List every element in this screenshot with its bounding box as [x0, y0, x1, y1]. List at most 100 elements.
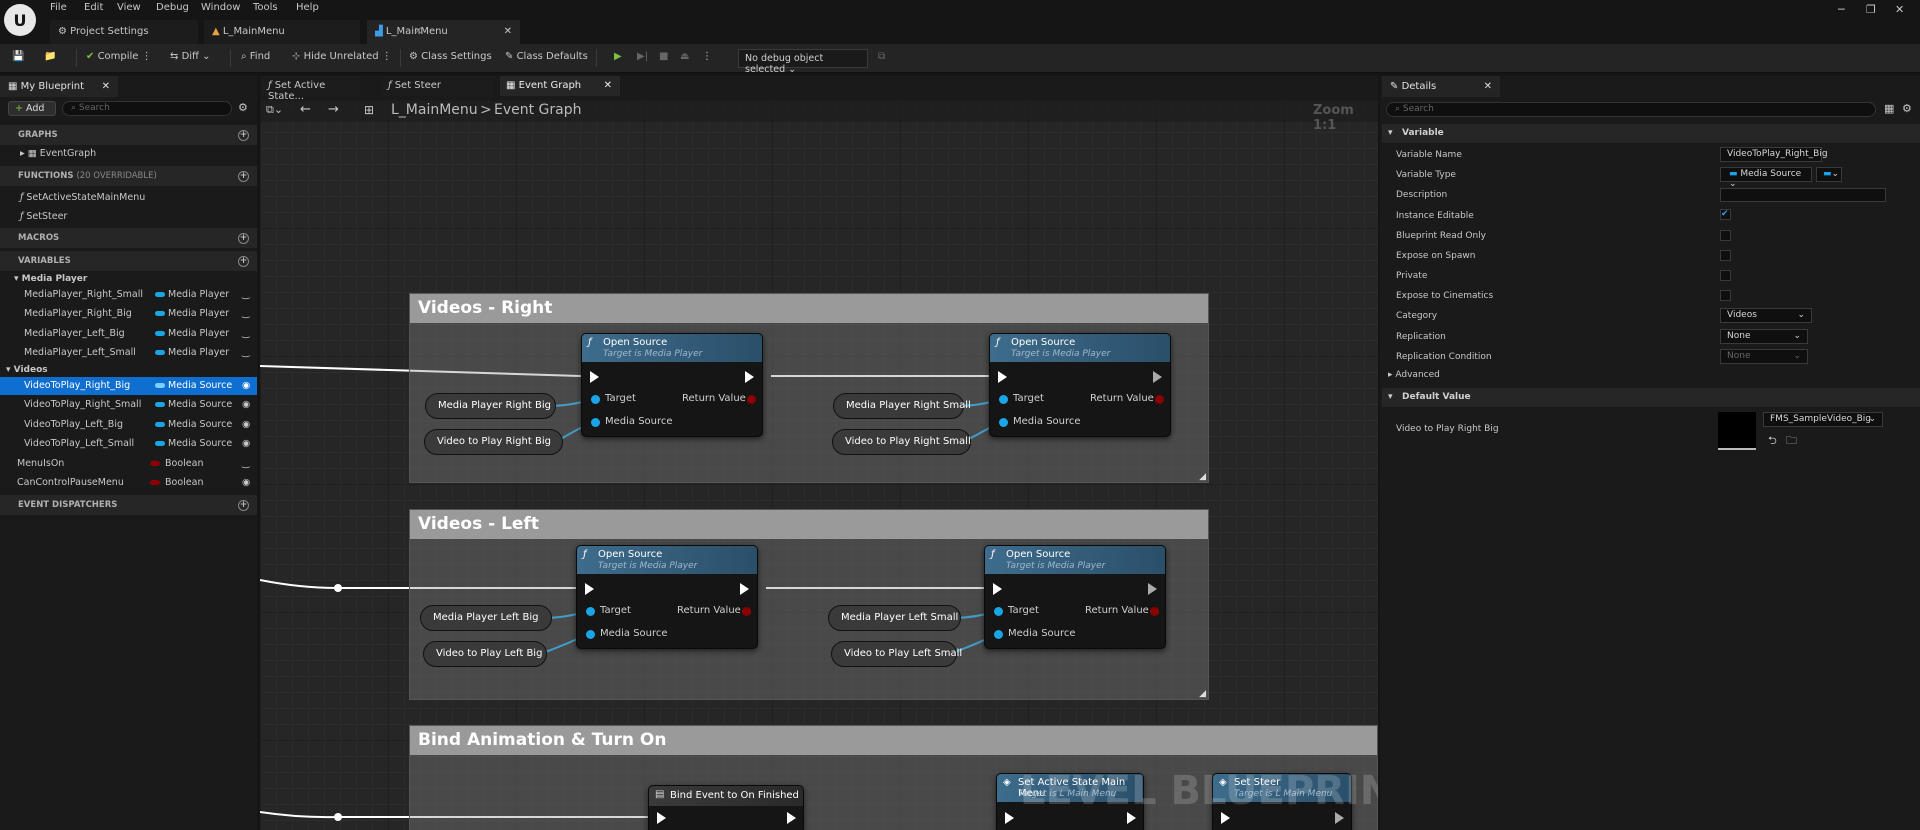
- exec-out-pin[interactable]: [787, 812, 796, 824]
- menu-file[interactable]: File: [50, 2, 67, 13]
- add-macro-icon[interactable]: +: [238, 233, 249, 244]
- media-source-pin[interactable]: [999, 418, 1008, 427]
- resize-handle-icon[interactable]: ◢: [1199, 472, 1206, 482]
- open-source-node[interactable]: ƒ Open Source Target is Media Player Tar…: [989, 333, 1171, 437]
- close-tab-icon[interactable]: ✕: [604, 80, 612, 91]
- comment-title[interactable]: Bind Animation & Turn On: [410, 726, 1377, 755]
- variable-getter-node[interactable]: Video to Play Left Small: [831, 641, 962, 667]
- menu-view[interactable]: View: [117, 2, 141, 13]
- target-pin[interactable]: [586, 607, 595, 616]
- variable-name-field[interactable]: VideoToPlay_Right_Big: [1720, 147, 1828, 162]
- section-default-value[interactable]: ▾ Default Value: [1382, 388, 1920, 407]
- close-tab-icon[interactable]: ✕: [1484, 81, 1492, 92]
- tab-set-active-state[interactable]: ƒ Set Active State...: [262, 76, 360, 102]
- function-item[interactable]: ƒ SetActiveStateMainMenu: [0, 189, 257, 207]
- exec-in-pin[interactable]: [993, 583, 1002, 595]
- variable-type-select[interactable]: ▬ Media Source ⌄: [1720, 167, 1812, 189]
- asset-thumbnail[interactable]: [1718, 412, 1756, 450]
- menu-tools[interactable]: Tools: [253, 2, 278, 13]
- add-dispatcher-icon[interactable]: +: [238, 500, 249, 511]
- variable-row[interactable]: VideoToPlay_Left_Big Media Source ◉: [0, 416, 257, 434]
- variable-getter-node[interactable]: Media Player Left Small: [828, 605, 961, 631]
- details-search-input[interactable]: ⌕ Search: [1386, 102, 1876, 117]
- play-options-icon[interactable]: ⋮: [702, 51, 712, 62]
- use-selected-icon[interactable]: ⮌: [1768, 432, 1777, 451]
- eye-icon[interactable]: ◉: [242, 435, 250, 453]
- section-macros[interactable]: MACROS +: [0, 228, 257, 248]
- menu-edit[interactable]: Edit: [84, 2, 103, 13]
- return-value-pin[interactable]: [742, 607, 751, 616]
- add-function-icon[interactable]: +: [238, 171, 249, 182]
- variable-row-selected[interactable]: VideoToPlay_Right_Big Media Source ◉: [0, 377, 257, 395]
- maximize-icon[interactable]: ❐: [1866, 3, 1876, 16]
- open-source-node[interactable]: ƒ Open Source Target is Media Player Tar…: [581, 333, 763, 437]
- media-source-pin[interactable]: [994, 630, 1003, 639]
- close-tab-icon[interactable]: ✕: [504, 26, 512, 37]
- debug-object-select[interactable]: No debug object selected ⌄: [738, 49, 868, 75]
- expose-on-spawn-checkbox[interactable]: [1720, 250, 1731, 261]
- section-advanced[interactable]: ▸ Advanced: [1382, 370, 1440, 380]
- resize-handle-icon[interactable]: ◢: [1199, 689, 1206, 699]
- blueprint-search-input[interactable]: ⌕ Search: [62, 101, 232, 116]
- return-value-pin[interactable]: [747, 395, 756, 404]
- close-window-icon[interactable]: ✕: [1895, 3, 1904, 16]
- variable-getter-node[interactable]: Media Player Right Big: [425, 393, 556, 419]
- eye-icon[interactable]: ◉: [242, 396, 250, 414]
- variable-getter-node[interactable]: Video to Play Right Small: [832, 429, 971, 455]
- variable-getter-node[interactable]: Video to Play Right Big: [424, 429, 563, 455]
- add-variable-icon[interactable]: +: [238, 256, 249, 267]
- eye-icon[interactable]: ◉: [242, 377, 250, 395]
- class-settings-button[interactable]: ⚙ Class Settings: [409, 51, 492, 62]
- tab-my-blueprint[interactable]: ▦ My Blueprint ✕: [0, 76, 118, 97]
- asset-picker-select[interactable]: FMS_SampleVideo_Big ⌄: [1763, 412, 1883, 427]
- open-source-node[interactable]: ƒ Open Source Target is Media Player Tar…: [576, 545, 758, 649]
- section-functions[interactable]: FUNCTIONS (20 OVERRIDABLE) +: [0, 166, 257, 186]
- eye-closed-icon[interactable]: ‿: [242, 286, 250, 304]
- step-icon[interactable]: ▶|: [637, 51, 648, 62]
- tab-details[interactable]: ✎ Details ✕: [1382, 76, 1500, 97]
- tab-set-steer[interactable]: ƒ Set Steer: [382, 76, 494, 96]
- add-graph-icon[interactable]: +: [238, 130, 249, 141]
- expose-cinematics-checkbox[interactable]: [1720, 290, 1731, 301]
- settings-icon[interactable]: ⚙: [238, 101, 248, 114]
- container-type-select[interactable]: ▬⌄: [1816, 167, 1842, 182]
- variable-row[interactable]: MediaPlayer_Left_Small Media Player ‿: [0, 344, 257, 362]
- save-icon[interactable]: 💾: [12, 51, 24, 62]
- graph-item-eventgraph[interactable]: ▸ ▦ EventGraph: [0, 145, 257, 163]
- minimize-icon[interactable]: ─: [1838, 3, 1845, 16]
- section-event-dispatchers[interactable]: EVENT DISPATCHERS +: [0, 495, 257, 515]
- target-pin[interactable]: [999, 395, 1008, 404]
- variable-row[interactable]: VideoToPlay_Right_Small Media Source ◉: [0, 396, 257, 414]
- variable-row[interactable]: MediaPlayer_Left_Big Media Player ‿: [0, 325, 257, 343]
- settings-icon[interactable]: ⚙: [1902, 102, 1912, 115]
- eye-closed-icon[interactable]: ‿: [242, 305, 250, 323]
- target-pin[interactable]: [994, 607, 1003, 616]
- tab-event-graph[interactable]: ▦ Event Graph ✕: [500, 76, 620, 96]
- exec-in-pin[interactable]: [657, 812, 666, 824]
- section-variables[interactable]: VARIABLES +: [0, 251, 257, 271]
- debug-find-icon[interactable]: ⧉: [878, 51, 885, 62]
- tab-project-settings[interactable]: ⚙ Project Settings: [50, 20, 198, 44]
- section-variable[interactable]: ▾ Variable: [1382, 124, 1920, 143]
- tab-l-mainmenu-blueprint[interactable]: ▟ L_MainMenu ✕: [367, 20, 520, 44]
- grid-view-icon[interactable]: ▦: [1884, 102, 1894, 115]
- eye-closed-icon[interactable]: ‿: [242, 325, 250, 343]
- eye-icon[interactable]: ◉: [242, 474, 250, 492]
- private-checkbox[interactable]: [1720, 270, 1731, 281]
- eject-icon[interactable]: ⏏: [680, 51, 689, 62]
- menu-window[interactable]: Window: [201, 2, 240, 13]
- browse-asset-icon[interactable]: 🗀: [1786, 432, 1797, 451]
- variable-row[interactable]: MediaPlayer_Right_Big Media Player ‿: [0, 305, 257, 323]
- description-input[interactable]: [1720, 188, 1886, 202]
- media-source-pin[interactable]: [591, 418, 600, 427]
- variable-getter-node[interactable]: Video to Play Left Big: [423, 641, 547, 667]
- replication-condition-select[interactable]: None ⌄: [1720, 349, 1808, 364]
- exec-in-pin[interactable]: [585, 583, 594, 595]
- section-graphs[interactable]: GRAPHS +: [0, 125, 257, 145]
- exec-in-pin[interactable]: [998, 371, 1007, 383]
- unreal-logo-icon[interactable]: U: [4, 4, 36, 36]
- eye-closed-icon[interactable]: ‿: [242, 344, 250, 362]
- hide-unrelated-button[interactable]: ⊹ Hide Unrelated ⋮: [292, 51, 392, 62]
- return-value-pin[interactable]: [1150, 607, 1159, 616]
- exec-in-pin[interactable]: [1005, 812, 1014, 824]
